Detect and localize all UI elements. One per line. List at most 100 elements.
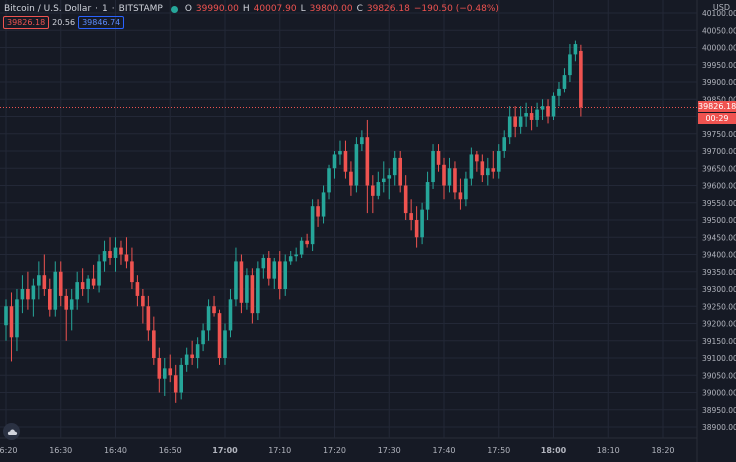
candle-body[interactable] [321,192,326,217]
candle-body[interactable] [250,275,255,314]
candle-body[interactable] [294,254,298,257]
candle-body[interactable] [130,261,134,283]
candle-body[interactable] [305,240,309,245]
candle-body[interactable] [354,144,359,186]
candle-body[interactable] [152,330,156,358]
candle-body[interactable] [491,168,496,172]
candle-body[interactable] [184,354,189,365]
candle-body[interactable] [48,289,52,310]
candle-body[interactable] [447,168,452,186]
candle-body[interactable] [376,182,381,196]
candle-body[interactable] [64,295,69,310]
candle-body[interactable] [37,275,41,286]
candle-body[interactable] [327,168,331,193]
candle-body[interactable] [562,75,567,89]
symbol-name[interactable]: Bitcoin / U.S. Dollar [4,4,91,14]
candle-body[interactable] [332,154,337,169]
candle-body[interactable] [425,182,430,210]
candle-body[interactable] [458,192,463,200]
candle-body[interactable] [398,157,402,186]
candle-body[interactable] [475,154,479,162]
candle-body[interactable] [453,168,457,193]
candle-body[interactable] [535,109,539,120]
candle-body[interactable] [146,306,151,331]
candle-body[interactable] [420,209,424,238]
candle-body[interactable] [486,168,490,176]
candle-body[interactable] [190,354,194,358]
candle-body[interactable] [409,213,413,220]
candle-body[interactable] [529,113,534,120]
candle-body[interactable] [26,289,30,300]
candle-body[interactable] [195,344,200,358]
candle-body[interactable] [245,275,249,303]
candle-body[interactable] [217,313,222,358]
candle-body[interactable] [135,282,140,296]
candle-body[interactable] [403,185,408,214]
candle-body[interactable] [228,299,233,331]
candle-body[interactable] [387,175,392,179]
candle-body[interactable] [338,151,342,155]
candle-body[interactable] [316,206,320,217]
candle-body[interactable] [518,116,523,127]
candle-body[interactable] [392,157,397,176]
candle-body[interactable] [234,261,238,300]
candle-body[interactable] [546,106,550,117]
candle-body[interactable] [261,257,266,269]
candle-body[interactable] [277,261,282,289]
candle-body[interactable] [124,254,129,262]
candle-body[interactable] [91,278,96,286]
candle-body[interactable] [179,364,183,393]
candle-body[interactable] [4,306,8,326]
candle-body[interactable] [102,251,107,262]
candle-body[interactable] [299,240,304,255]
candle-body[interactable] [502,137,507,151]
candle-body[interactable] [343,151,348,172]
candle-body[interactable] [206,306,211,331]
candle-body[interactable] [469,154,474,179]
candle-body[interactable] [20,289,25,300]
buy-price-button[interactable]: 39846.74 [78,15,125,29]
candle-body[interactable] [442,164,446,186]
candle-body[interactable] [256,268,260,314]
candle-body[interactable] [272,261,277,279]
candle-body[interactable] [480,161,485,176]
candle-body[interactable] [513,116,517,127]
candle-body[interactable] [58,271,63,296]
candle-body[interactable] [414,220,419,238]
candle-body[interactable] [15,299,19,338]
candle-body[interactable] [371,185,375,196]
chart-root[interactable]: 40100.00 40050.00 40000.00 39950.00 39900.00… [0,0,736,462]
candle-body[interactable] [365,137,370,186]
candle-body[interactable] [162,368,167,379]
candle-body[interactable] [524,113,528,117]
candle-body[interactable] [349,171,353,186]
candle-body[interactable] [573,44,578,55]
candle-body[interactable] [113,247,118,258]
candle-body[interactable] [31,285,36,300]
tradingview-cloud-icon[interactable] [3,423,20,440]
candle-body[interactable] [557,88,561,96]
candle-body[interactable] [360,137,364,145]
candle-body[interactable] [201,330,205,345]
candle-body[interactable] [97,261,101,286]
candle-body[interactable] [568,54,572,76]
candle-body[interactable] [173,375,178,393]
candle-body[interactable] [464,178,468,200]
candle-body[interactable] [141,295,145,307]
candle-body[interactable] [53,271,58,310]
candle-body[interactable] [119,247,123,255]
candle-body[interactable] [436,151,441,165]
candle-body[interactable] [267,257,271,279]
interval-label[interactable]: 1 [102,4,108,14]
candle-body[interactable] [507,116,512,138]
candle-body[interactable] [108,251,112,258]
candlestick-chart[interactable]: 40100.0040050.0040000.0039950.0039900.00… [0,0,736,462]
candle-body[interactable] [80,282,85,289]
market-status-icon[interactable] [170,5,178,13]
candle-body[interactable] [431,151,435,183]
candle-body[interactable] [288,256,293,262]
candle-body[interactable] [212,306,216,314]
currency-label[interactable]: USD [713,3,730,12]
candle-body[interactable] [75,282,79,300]
candle-body[interactable] [157,358,162,379]
